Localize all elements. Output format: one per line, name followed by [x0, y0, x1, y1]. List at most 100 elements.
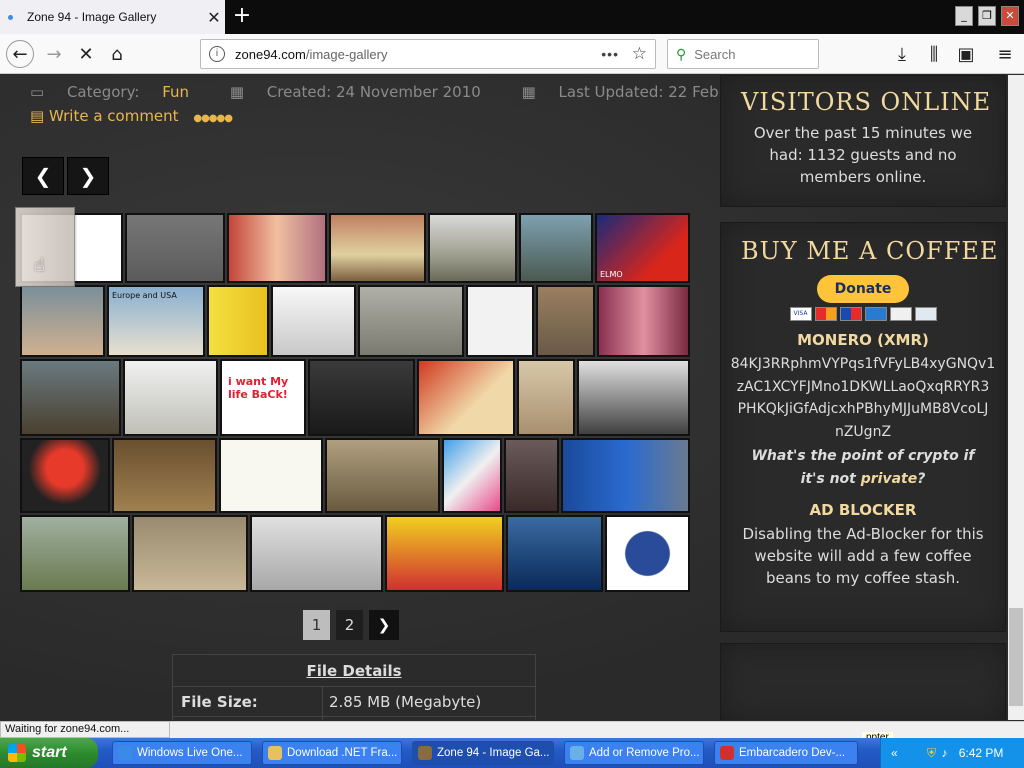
scrollbar-thumb[interactable]	[1009, 608, 1023, 706]
url-bar[interactable]: i zone94.com/image-gallery ••• ☆	[200, 39, 656, 69]
url-path: /image-gallery	[305, 46, 388, 62]
gallery-thumbnail[interactable]	[605, 515, 690, 592]
browser-tab[interactable]: Zone 94 - Image Gallery ✕	[0, 0, 225, 34]
dragged-thumbnail	[15, 207, 75, 287]
gallery-thumbnail[interactable]	[207, 285, 269, 357]
coffee-panel: BUY ME A COFFEE Donate VISA MONERO (XMR)…	[720, 222, 1006, 632]
gallery-thumbnail[interactable]	[358, 285, 464, 357]
search-input[interactable]: ⚲ Search	[667, 39, 819, 69]
taskbar-item-windows-live[interactable]: Windows Live One...	[112, 741, 252, 765]
gallery-thumbnail[interactable]	[20, 285, 105, 357]
gallery-thumbnail[interactable]	[325, 438, 440, 513]
visitors-panel: VISITORS ONLINE Over the past 15 minutes…	[720, 75, 1006, 207]
gallery-thumbnail[interactable]	[112, 438, 217, 513]
comment-icon: ▤	[30, 107, 49, 125]
info-icon[interactable]: i	[209, 46, 225, 62]
taskbar-item-add-remove[interactable]: Add or Remove Pro...	[564, 741, 704, 765]
gallery-thumbnail[interactable]	[577, 359, 690, 436]
loading-dot-icon	[8, 14, 13, 20]
shield-icon[interactable]: ⛨	[927, 746, 936, 760]
close-tab-icon[interactable]: ✕	[203, 8, 225, 27]
file-size-label: File Size:	[173, 687, 323, 716]
gallery-thumbnail[interactable]	[132, 515, 248, 592]
menu-icon[interactable]: ≡	[991, 40, 1019, 68]
gallery-thumbnail[interactable]: ELMO	[595, 213, 690, 283]
browser-icon	[118, 746, 132, 760]
gallery-thumbnail[interactable]	[385, 515, 504, 592]
gallery-thumbnail[interactable]	[20, 438, 110, 513]
gallery-thumbnail[interactable]	[329, 213, 426, 283]
calendar-icon: ▦	[229, 83, 249, 101]
sidebar-toggle-icon[interactable]: ▣	[952, 40, 980, 68]
home-icon[interactable]: ⌂	[103, 40, 131, 68]
gallery-thumbnail[interactable]	[428, 213, 517, 283]
restore-button[interactable]: ❐	[978, 6, 996, 26]
page-actions-icon[interactable]: •••	[601, 46, 619, 62]
tray-chevron-icon[interactable]: «	[891, 746, 898, 760]
category-link[interactable]: Fun	[162, 83, 189, 101]
bank-card-icon	[914, 307, 937, 321]
created-date: ▦ Created: 24 November 2010	[229, 83, 481, 101]
gallery-thumbnail[interactable]	[123, 359, 218, 436]
next-page-button[interactable]: ❯	[369, 610, 399, 640]
download-icon	[268, 746, 282, 760]
payment-cards: VISA	[721, 307, 1005, 321]
visitors-text: Over the past 15 minutes we had: 1132 gu…	[753, 124, 973, 186]
page-1-button[interactable]: 1	[303, 610, 330, 640]
gallery-thumbnail[interactable]: Europe and USA	[107, 285, 205, 357]
taskbar-item-zone94[interactable]: Zone 94 - Image Ga...	[412, 741, 554, 765]
gallery-thumbnail[interactable]	[517, 359, 575, 436]
article-meta: ▭ Category: Fun ▦ Created: 24 November 2…	[30, 83, 837, 101]
tab-title: Zone 94 - Image Gallery	[27, 10, 157, 24]
gallery-thumbnail[interactable]	[417, 359, 515, 436]
gallery-thumbnail[interactable]	[20, 359, 121, 436]
volume-icon[interactable]: ♪	[941, 746, 947, 760]
forward-arrow-icon[interactable]: →	[40, 40, 68, 68]
gallery-thumbnail[interactable]	[219, 438, 323, 513]
gallery-thumbnail[interactable]	[250, 515, 383, 592]
gallery-thumbnail[interactable]	[442, 438, 502, 513]
start-button[interactable]: start	[0, 738, 98, 768]
url-host: zone94.com	[235, 46, 306, 62]
pagination: 1 2 ❯	[303, 610, 399, 640]
file-details-table: File Details File Size: 2.85 MB (Megabyt…	[172, 654, 536, 720]
gallery-thumbnail[interactable]	[466, 285, 534, 357]
clock: 6:42 PM	[958, 746, 1004, 760]
system-tray: « ⛨ ♪ 6:42 PM	[880, 738, 1024, 768]
donate-button[interactable]: Donate	[817, 275, 909, 303]
stop-loading-icon[interactable]: ✕	[72, 40, 100, 68]
gallery-thumbnail[interactable]	[125, 213, 225, 283]
calendar-icon: ▦	[521, 83, 541, 101]
page-viewport: ▭ Category: Fun ▦ Created: 24 November 2…	[0, 75, 1008, 720]
bookmark-star-icon[interactable]: ☆	[632, 44, 647, 64]
gallery-thumbnail[interactable]	[308, 359, 415, 436]
mastercard-icon	[814, 307, 837, 321]
monero-wallet: 84KJ3RRphmVYPqs1fVFyLB4xyGNQv1 zAC1XCYFJ…	[730, 356, 996, 440]
page-2-button[interactable]: 2	[336, 610, 363, 640]
gallery-prev-button[interactable]: ❮	[22, 157, 64, 195]
gallery-thumbnail[interactable]	[227, 213, 327, 283]
visa-icon: VISA	[789, 307, 812, 321]
gallery-thumbnail[interactable]	[20, 515, 130, 592]
minimize-button[interactable]: _	[955, 6, 973, 26]
gallery-thumbnail[interactable]: i want My life BaCk!	[220, 359, 306, 436]
gallery-thumbnail[interactable]	[504, 438, 559, 513]
gallery-thumbnail[interactable]	[506, 515, 603, 592]
back-arrow-icon[interactable]: ←	[6, 40, 34, 68]
gallery-thumbnail[interactable]	[519, 213, 593, 283]
library-icon[interactable]: ⫼	[920, 40, 948, 68]
downloads-icon[interactable]: ⤓	[888, 40, 916, 68]
gallery-thumbnail[interactable]	[271, 285, 356, 357]
taskbar-item-dotnet[interactable]: Download .NET Fra...	[262, 741, 402, 765]
write-comment-link[interactable]: Write a comment	[49, 107, 179, 125]
file-size-value: 2.85 MB (Megabyte)	[329, 693, 482, 711]
taskbar-item-embarcadero[interactable]: Embarcadero Dev-...	[714, 741, 858, 765]
gallery-thumbnail[interactable]	[561, 438, 690, 513]
close-window-button[interactable]: ✕	[1001, 6, 1019, 26]
gallery-thumbnail[interactable]	[536, 285, 595, 357]
search-icon: ⚲	[676, 45, 687, 62]
gallery-thumbnail[interactable]	[597, 285, 690, 357]
gallery-next-button[interactable]: ❯	[67, 157, 109, 195]
navigation-bar: ← → ✕ ⌂ i zone94.com/image-gallery ••• ☆…	[0, 34, 1024, 74]
new-tab-button[interactable]: +	[228, 3, 256, 31]
